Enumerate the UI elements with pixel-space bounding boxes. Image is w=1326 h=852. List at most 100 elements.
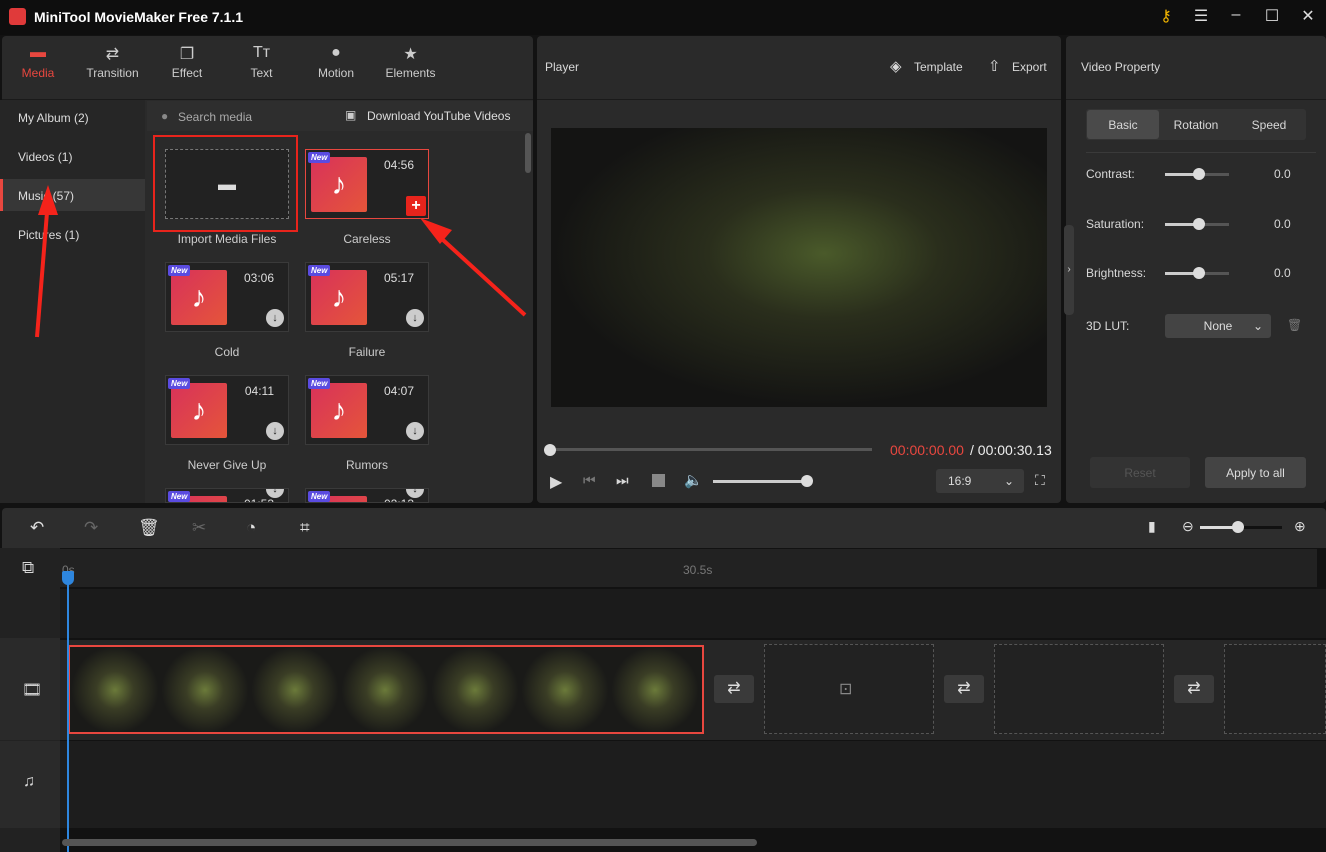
transition-swap-icon[interactable]: ⇄ xyxy=(1174,675,1214,703)
divider xyxy=(1066,99,1326,100)
property-tab[interactable]: Speed xyxy=(1233,110,1305,139)
previous-frame-icon[interactable]: ⏮ xyxy=(583,472,596,489)
lut-label: 3D LUT: xyxy=(1086,319,1130,333)
slider-handle[interactable] xyxy=(1193,267,1205,279)
slider-value: 0.0 xyxy=(1274,167,1291,181)
music-item[interactable]: ♪ New 04:07 ↓ xyxy=(305,375,429,445)
music-thumbnail: ♪ xyxy=(171,383,227,438)
ruler-mid: 30.5s xyxy=(683,563,713,577)
key-icon[interactable]: ⚷ xyxy=(1154,6,1178,28)
volume-handle[interactable] xyxy=(801,475,813,487)
play-icon[interactable]: ▶ xyxy=(550,472,562,492)
property-tab[interactable]: Basic xyxy=(1087,110,1159,139)
fit-timeline-icon[interactable]: ▮ xyxy=(1148,518,1156,535)
redo-icon[interactable]: ↷ xyxy=(84,518,98,538)
slider-value: 0.0 xyxy=(1274,266,1291,280)
menu-icon[interactable]: ☰ xyxy=(1189,6,1213,28)
overlay-track xyxy=(60,589,1326,638)
clip-frame xyxy=(340,647,430,732)
chevron-down-icon: ⌄ xyxy=(1252,319,1263,333)
new-badge: New xyxy=(168,378,191,389)
apply-to-all-button[interactable]: Apply to all xyxy=(1205,457,1306,488)
split-scissors-icon[interactable]: ✂ xyxy=(192,518,206,538)
playhead-handle[interactable] xyxy=(62,571,74,585)
crop-icon[interactable]: ⌗ xyxy=(300,518,310,538)
music-note-icon: ♫ xyxy=(23,773,35,790)
close-icon[interactable]: ✕ xyxy=(1296,6,1320,28)
film-icon: 🎞 xyxy=(22,682,43,699)
clip-frame xyxy=(430,647,520,732)
zoom-out-icon[interactable]: ⊖ xyxy=(1182,518,1194,535)
video-clip[interactable] xyxy=(68,645,704,734)
current-time: 00:00:00.00 xyxy=(890,442,964,458)
timeline-zoom-handle[interactable] xyxy=(1232,521,1244,533)
playhead[interactable] xyxy=(67,572,69,852)
property-tab-label: Speed xyxy=(1251,118,1287,132)
transition-swap-icon[interactable]: ⇄ xyxy=(944,675,984,703)
music-name: Failure xyxy=(348,345,386,359)
divider xyxy=(537,99,1061,100)
export-icon: ⇧ xyxy=(988,58,1001,75)
chevron-down-icon: ⌄ xyxy=(1003,474,1014,488)
next-frame-icon[interactable]: ⏭ xyxy=(616,472,629,489)
clip-frame xyxy=(70,647,160,732)
slider-handle[interactable] xyxy=(1193,168,1205,180)
property-title: Video Property xyxy=(1081,60,1161,74)
seek-bar[interactable] xyxy=(550,448,872,451)
trash-icon[interactable]: 🗑 xyxy=(1287,318,1302,332)
clip-placeholder[interactable] xyxy=(994,644,1164,734)
speed-icon[interactable]: ◔ xyxy=(246,518,256,538)
music-item[interactable]: ♪ New 04:11 ↓ xyxy=(165,375,289,445)
audio-track xyxy=(60,741,1326,828)
template-button[interactable]: Template xyxy=(914,60,963,74)
property-tab-label: Basic xyxy=(1108,118,1138,132)
export-button[interactable]: Export xyxy=(1012,60,1047,74)
music-item[interactable]: ♪ New 02:13 ↓ xyxy=(305,488,429,503)
transition-swap-icon[interactable]: ⇄ xyxy=(714,675,754,703)
slider-handle[interactable] xyxy=(1193,217,1205,230)
volume-slider[interactable] xyxy=(713,480,807,483)
music-thumbnail: ♪ xyxy=(311,383,367,438)
drop-media-icon: ⊡ xyxy=(839,681,853,698)
download-icon[interactable]: ↓ xyxy=(266,422,284,440)
player-title: Player xyxy=(545,60,580,74)
property-tab[interactable]: Rotation xyxy=(1160,110,1232,139)
undo-icon[interactable]: ↶ xyxy=(30,518,44,538)
duration: 01:53 xyxy=(244,497,274,502)
minimize-icon[interactable]: – xyxy=(1224,6,1248,28)
zoom-in-icon[interactable]: ⊕ xyxy=(1294,518,1306,535)
clip-frame xyxy=(250,647,340,732)
clip-frame xyxy=(520,647,610,732)
annotation-arrows xyxy=(35,185,527,338)
reset-button[interactable]: Reset xyxy=(1090,457,1190,488)
new-badge: New xyxy=(308,378,331,389)
slider-label: Brightness: xyxy=(1086,266,1147,280)
music-note-icon: ♪ xyxy=(331,394,347,427)
maximize-icon[interactable]: ☐ xyxy=(1260,6,1284,28)
aspect-value: 16:9 xyxy=(948,474,972,488)
volume-icon[interactable]: 🔈 xyxy=(684,471,703,489)
seek-handle[interactable] xyxy=(544,444,556,456)
download-icon[interactable]: ↓ xyxy=(406,422,424,440)
music-item[interactable]: ♪ New 01:53 ↓ xyxy=(165,488,289,503)
aspect-ratio-select[interactable]: 16:9 ⌄ xyxy=(936,469,1024,493)
music-note-icon: ♪ xyxy=(191,394,207,427)
timeline-scrollbar[interactable] xyxy=(62,839,757,846)
slider-label: Contrast: xyxy=(1086,167,1135,181)
add-track-icon[interactable]: ⧉ xyxy=(22,558,34,578)
delete-icon[interactable]: 🗑 xyxy=(138,518,160,538)
clip-placeholder[interactable] xyxy=(1224,644,1326,734)
total-time: / 00:00:30.13 xyxy=(970,442,1052,458)
fullscreen-icon[interactable]: ⛶ xyxy=(1035,472,1045,489)
property-tab-label: Rotation xyxy=(1173,118,1219,132)
slider-label: Saturation: xyxy=(1086,216,1145,231)
divider xyxy=(1086,152,1316,153)
collapse-panel-chevron-icon[interactable]: › xyxy=(1064,225,1074,315)
clip-placeholder[interactable]: ⊡ xyxy=(764,644,934,734)
music-name: Cold xyxy=(214,345,240,359)
new-badge: New xyxy=(168,491,191,502)
lut-select[interactable]: None ⌄ xyxy=(1165,314,1271,338)
stop-icon[interactable] xyxy=(652,474,665,487)
lut-value: None xyxy=(1203,319,1233,333)
clip-frame xyxy=(160,647,250,732)
